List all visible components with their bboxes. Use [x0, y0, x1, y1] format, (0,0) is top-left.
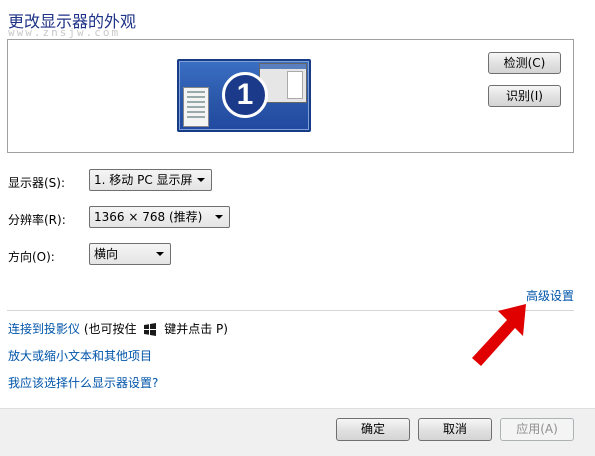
windows-logo-icon [144, 323, 157, 336]
projector-row: 连接到投影仪 (也可按住 键并点击 P) [8, 320, 228, 337]
enlarge-text-link[interactable]: 放大或缩小文本和其他项目 [8, 347, 152, 364]
detect-button[interactable]: 检测(C) [488, 52, 561, 74]
which-settings-link[interactable]: 我应该选择什么显示器设置? [8, 374, 158, 391]
connect-projector-link[interactable]: 连接到投影仪 [8, 322, 80, 336]
orientation-label: 方向(O): [8, 250, 55, 264]
chevron-down-icon [215, 215, 223, 219]
orientation-select[interactable]: 横向 [89, 243, 171, 265]
projector-note-pre: (也可按住 [83, 322, 137, 336]
display-select-value: 1. 移动 PC 显示屏 [94, 173, 193, 187]
apply-button[interactable]: 应用(A) [500, 418, 574, 441]
monitor-1-thumbnail[interactable]: 1 [177, 59, 311, 132]
display-label: 显示器(S): [8, 176, 66, 190]
resolution-select-value: 1366 × 768 (推荐) [94, 210, 203, 224]
watermark: www.znsjw.com [8, 26, 121, 39]
ok-button[interactable]: 确定 [336, 418, 410, 441]
chevron-down-icon [156, 252, 164, 256]
cancel-button[interactable]: 取消 [418, 418, 492, 441]
projector-note-post: 键并点击 P) [164, 322, 228, 336]
resolution-select[interactable]: 1366 × 768 (推荐) [89, 206, 230, 228]
identify-button[interactable]: 识别(I) [488, 85, 561, 107]
monitor-number-badge: 1 [222, 72, 268, 118]
chevron-down-icon [197, 178, 205, 182]
advanced-settings-link[interactable]: 高级设置 [526, 287, 574, 304]
orientation-select-value: 横向 [94, 247, 119, 261]
resolution-label: 分辨率(R): [8, 213, 66, 227]
annotation-arrow-icon [472, 304, 526, 366]
display-select[interactable]: 1. 移动 PC 显示屏 [89, 169, 212, 191]
monitor-preview-panel: 1 检测(C) 识别(I) [7, 39, 574, 153]
monitor-window-graphic [183, 87, 209, 127]
